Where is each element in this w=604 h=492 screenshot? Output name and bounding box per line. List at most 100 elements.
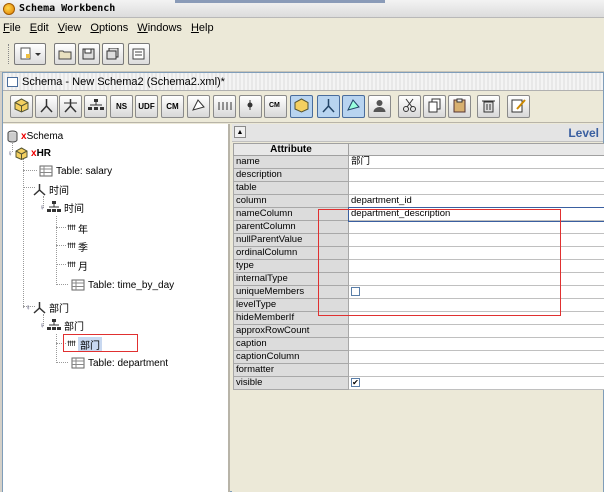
level-icon bbox=[217, 99, 232, 114]
hierarchy-icon bbox=[47, 319, 61, 330]
attribute-value-cell[interactable] bbox=[348, 259, 604, 273]
attribute-name-cell: levelType bbox=[233, 298, 349, 312]
add-calculated-member-button[interactable]: CM bbox=[161, 95, 184, 118]
attribute-row: parentColumn bbox=[233, 220, 604, 234]
attribute-value-cell[interactable] bbox=[348, 181, 604, 195]
add-virtual-measure-button[interactable] bbox=[342, 95, 365, 118]
attribute-value-cell[interactable]: 部门 bbox=[348, 155, 604, 169]
add-calc-member-prop-button[interactable]: CM bbox=[264, 95, 287, 118]
open-button[interactable] bbox=[54, 43, 76, 65]
tree-node-cube-hr[interactable]: ♀ x HR bbox=[7, 145, 51, 161]
add-virtual-cube-button[interactable] bbox=[290, 95, 313, 118]
attribute-value-cell[interactable] bbox=[348, 220, 604, 234]
tree-node-level-dept[interactable]: ꝉꝉꝉꝉ 部门 bbox=[67, 336, 102, 352]
tree-node-table-time[interactable]: Table: time_by_day bbox=[71, 277, 174, 293]
new-schema-dropdown-button[interactable] bbox=[14, 43, 46, 65]
schema-internal-frame: Schema - New Schema2 (Schema2.xml)* NS UD… bbox=[2, 72, 604, 492]
attribute-value-cell[interactable] bbox=[348, 272, 604, 286]
attribute-checkbox[interactable]: ✔ bbox=[351, 377, 360, 387]
attribute-value-cell[interactable] bbox=[348, 246, 604, 260]
add-property-button[interactable] bbox=[239, 95, 262, 118]
tree-node-schema[interactable]: x Schema bbox=[7, 128, 63, 144]
role-icon bbox=[372, 98, 387, 115]
attribute-checkbox[interactable] bbox=[351, 286, 360, 296]
attribute-value-cell[interactable] bbox=[348, 168, 604, 182]
attribute-value-cell[interactable]: department_description bbox=[347, 206, 604, 222]
dimension-icon bbox=[33, 183, 46, 196]
expand-handle-icon[interactable]: ♀ bbox=[7, 149, 13, 158]
app-logo-icon bbox=[3, 2, 15, 15]
attribute-value-cell[interactable] bbox=[348, 324, 604, 338]
schema-frame-titlebar[interactable]: Schema - New Schema2 (Schema2.xml)* bbox=[3, 73, 603, 91]
tree-node-table-time-label: Table: time_by_day bbox=[88, 279, 175, 291]
cut-button[interactable] bbox=[398, 95, 421, 118]
cube-icon bbox=[15, 146, 28, 160]
trash-icon bbox=[481, 98, 496, 115]
attribute-value-cell[interactable] bbox=[348, 298, 604, 312]
tree-node-dimension-time[interactable]: 时间 bbox=[33, 181, 69, 197]
attribute-name-cell: description bbox=[233, 168, 349, 182]
attribute-name-cell: nameColumn bbox=[233, 207, 349, 221]
add-udf-button[interactable]: UDF bbox=[135, 95, 158, 118]
attribute-table: Attribute name 部门 description table column de… bbox=[233, 143, 604, 390]
tree-node-dimension-dept[interactable]: ♀ 部门 bbox=[25, 299, 69, 315]
copy-button[interactable] bbox=[423, 95, 446, 118]
folder-icon bbox=[58, 50, 72, 60]
frame-icon bbox=[7, 76, 18, 87]
add-virtual-dimension-button[interactable] bbox=[317, 95, 340, 118]
toolbar-grip[interactable] bbox=[8, 44, 11, 64]
tree-node-dimension-time-label: 时间 bbox=[49, 185, 69, 197]
attribute-value-cell[interactable] bbox=[348, 363, 604, 377]
svg-text:CM: CM bbox=[269, 102, 280, 109]
tree-node-level-quarter[interactable]: ꝉꝉꝉꝉ 季 bbox=[67, 238, 88, 254]
attribute-value-cell[interactable]: ✔ bbox=[348, 376, 604, 390]
add-level-button[interactable] bbox=[213, 95, 236, 118]
expand-handle-icon[interactable]: ♀ bbox=[25, 303, 31, 312]
schema-toolbar: NS UDF CM CM bbox=[3, 91, 603, 123]
tree-node-level-month[interactable]: ꝉꝉꝉꝉ 月 bbox=[67, 257, 88, 273]
value-column-header[interactable] bbox=[348, 143, 604, 156]
menu-file[interactable]: File bbox=[3, 22, 21, 34]
attribute-value-cell[interactable] bbox=[348, 311, 604, 325]
schema-tree: x Schema ♀ x HR Table: salary 时间 ♀ 时间 ꝉꝉꝉꝉ… bbox=[3, 124, 230, 492]
menu-windows[interactable]: Windows bbox=[137, 22, 182, 34]
attribute-row: visible ✔ bbox=[233, 376, 604, 390]
add-dimension-button[interactable] bbox=[35, 95, 58, 118]
attribute-value-cell[interactable] bbox=[348, 233, 604, 247]
tree-node-level-year[interactable]: ꝉꝉꝉꝉ 年 bbox=[67, 220, 88, 236]
add-dimension-usage-button[interactable] bbox=[59, 95, 82, 118]
add-measure-button[interactable] bbox=[187, 95, 210, 118]
tree-node-table-dept[interactable]: Table: department bbox=[71, 355, 168, 371]
attribute-value-cell[interactable]: department_id bbox=[348, 194, 604, 208]
add-cube-button[interactable] bbox=[10, 95, 33, 118]
collapse-arrow-icon[interactable]: ▲ bbox=[234, 126, 246, 138]
tree-node-table-salary[interactable]: Table: salary bbox=[39, 163, 112, 179]
disk-icon bbox=[82, 48, 95, 60]
menu-edit[interactable]: Edit bbox=[30, 22, 49, 34]
database-icon bbox=[7, 130, 18, 142]
save-button[interactable] bbox=[78, 43, 100, 65]
add-role-button[interactable] bbox=[368, 95, 391, 118]
attribute-name-cell: hideMemberIf bbox=[233, 311, 349, 325]
tree-node-hierarchy-time[interactable]: ♀ 时间 bbox=[39, 199, 84, 215]
attribute-value-cell[interactable] bbox=[348, 337, 604, 351]
attribute-value-cell[interactable] bbox=[348, 285, 604, 299]
attribute-row: approxRowCount bbox=[233, 324, 604, 338]
add-hierarchy-button[interactable] bbox=[84, 95, 107, 118]
preferences-button[interactable] bbox=[128, 43, 150, 65]
add-named-set-button[interactable]: NS bbox=[110, 95, 133, 118]
tree-node-hierarchy-dept[interactable]: ♀ 部门 bbox=[39, 317, 84, 333]
menu-help[interactable]: Help bbox=[191, 22, 214, 34]
attribute-row: ordinalColumn bbox=[233, 246, 604, 260]
paste-button[interactable] bbox=[448, 95, 471, 118]
attribute-value-cell[interactable] bbox=[348, 350, 604, 364]
menu-options[interactable]: Options bbox=[90, 22, 128, 34]
attribute-column-header[interactable]: Attribute bbox=[233, 143, 349, 156]
delete-button[interactable] bbox=[477, 95, 500, 118]
menu-view[interactable]: View bbox=[58, 22, 82, 34]
expand-handle-icon[interactable]: ♀ bbox=[39, 203, 45, 212]
edit-mode-button[interactable] bbox=[507, 95, 530, 118]
save-all-button[interactable] bbox=[102, 43, 124, 65]
tree-node-level-month-label: 月 bbox=[77, 261, 88, 273]
expand-handle-icon[interactable]: ♀ bbox=[39, 321, 45, 330]
